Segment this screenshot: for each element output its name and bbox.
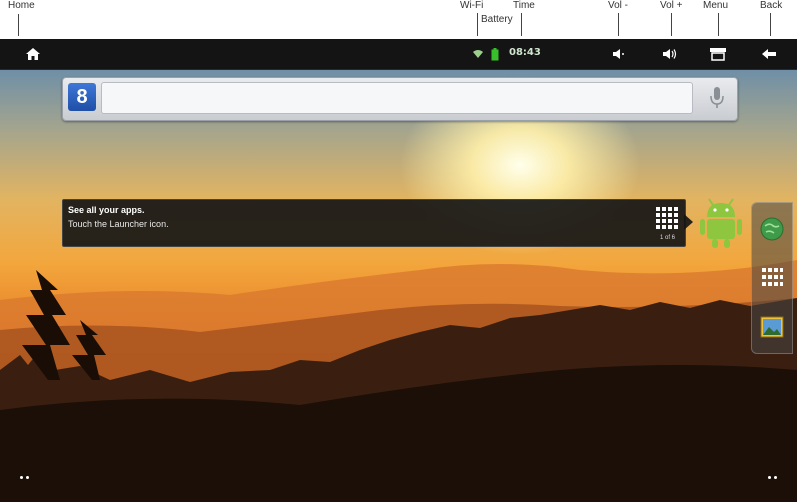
back-button[interactable] (758, 39, 780, 69)
volume-down-button[interactable] (608, 39, 628, 69)
callout-back-tick (770, 13, 771, 36)
dock-gallery[interactable] (760, 315, 784, 339)
dock-launcher[interactable] (760, 265, 784, 289)
android-icon[interactable] (699, 195, 743, 249)
wifi-status (470, 39, 486, 69)
microphone-icon (710, 87, 724, 108)
globe-icon (760, 217, 784, 241)
battery-icon (491, 47, 499, 60)
callout-vol-down-tick (618, 13, 619, 36)
gallery-icon (760, 316, 784, 338)
right-dock (751, 202, 793, 354)
callout-vol-down: Vol - (608, 0, 629, 11)
volume-up-button[interactable] (659, 39, 681, 69)
callout-time-tick (521, 13, 522, 36)
search-input[interactable] (101, 82, 693, 114)
tooltip-pointer (684, 214, 693, 230)
right-corner-dots (768, 476, 778, 480)
tooltip-title: See all your apps. (68, 205, 145, 215)
callout-battery: Battery (481, 14, 513, 25)
tooltip-page-count: 1 of 6 (660, 235, 676, 241)
volume-down-icon (613, 49, 624, 59)
home-screen (0, 70, 797, 502)
voice-search-button[interactable] (707, 85, 727, 111)
callout-back: Back (760, 0, 783, 11)
google-search-bar[interactable]: 8 (62, 77, 738, 121)
menu-icon (710, 48, 726, 61)
callout-vol-up-tick (671, 13, 672, 36)
home-icon (26, 48, 40, 60)
clock-time: 08:43 (509, 47, 541, 58)
wallpaper-landscape (0, 260, 797, 502)
callout-time: Time (513, 0, 535, 11)
tooltip-body: Touch the Launcher icon. (68, 219, 169, 229)
volume-up-icon (663, 49, 677, 59)
google-logo: 8 (76, 85, 88, 108)
status-bar: 08:43 (0, 39, 797, 70)
left-corner-dots (20, 476, 30, 480)
callout-home: Home (8, 0, 35, 11)
callout-wifi: Wi-Fi (460, 0, 484, 11)
dock-browser[interactable] (760, 217, 784, 241)
menu-button[interactable] (707, 39, 729, 69)
callout-menu: Menu (703, 0, 729, 11)
google-search-button[interactable]: 8 (68, 83, 96, 111)
callout-menu-tick (718, 13, 719, 36)
launcher-grid-icon (656, 207, 678, 229)
battery-status (489, 39, 501, 69)
wifi-icon (473, 50, 483, 58)
callout-wifi-tick (477, 13, 478, 36)
callout-home-tick (18, 14, 19, 36)
callout-vol-up: Vol + (660, 0, 683, 11)
home-button[interactable] (22, 39, 44, 69)
back-icon (762, 49, 776, 59)
app-grid-icon (762, 268, 783, 286)
launcher-tooltip: See all your apps. Touch the Launcher ic… (62, 199, 686, 247)
